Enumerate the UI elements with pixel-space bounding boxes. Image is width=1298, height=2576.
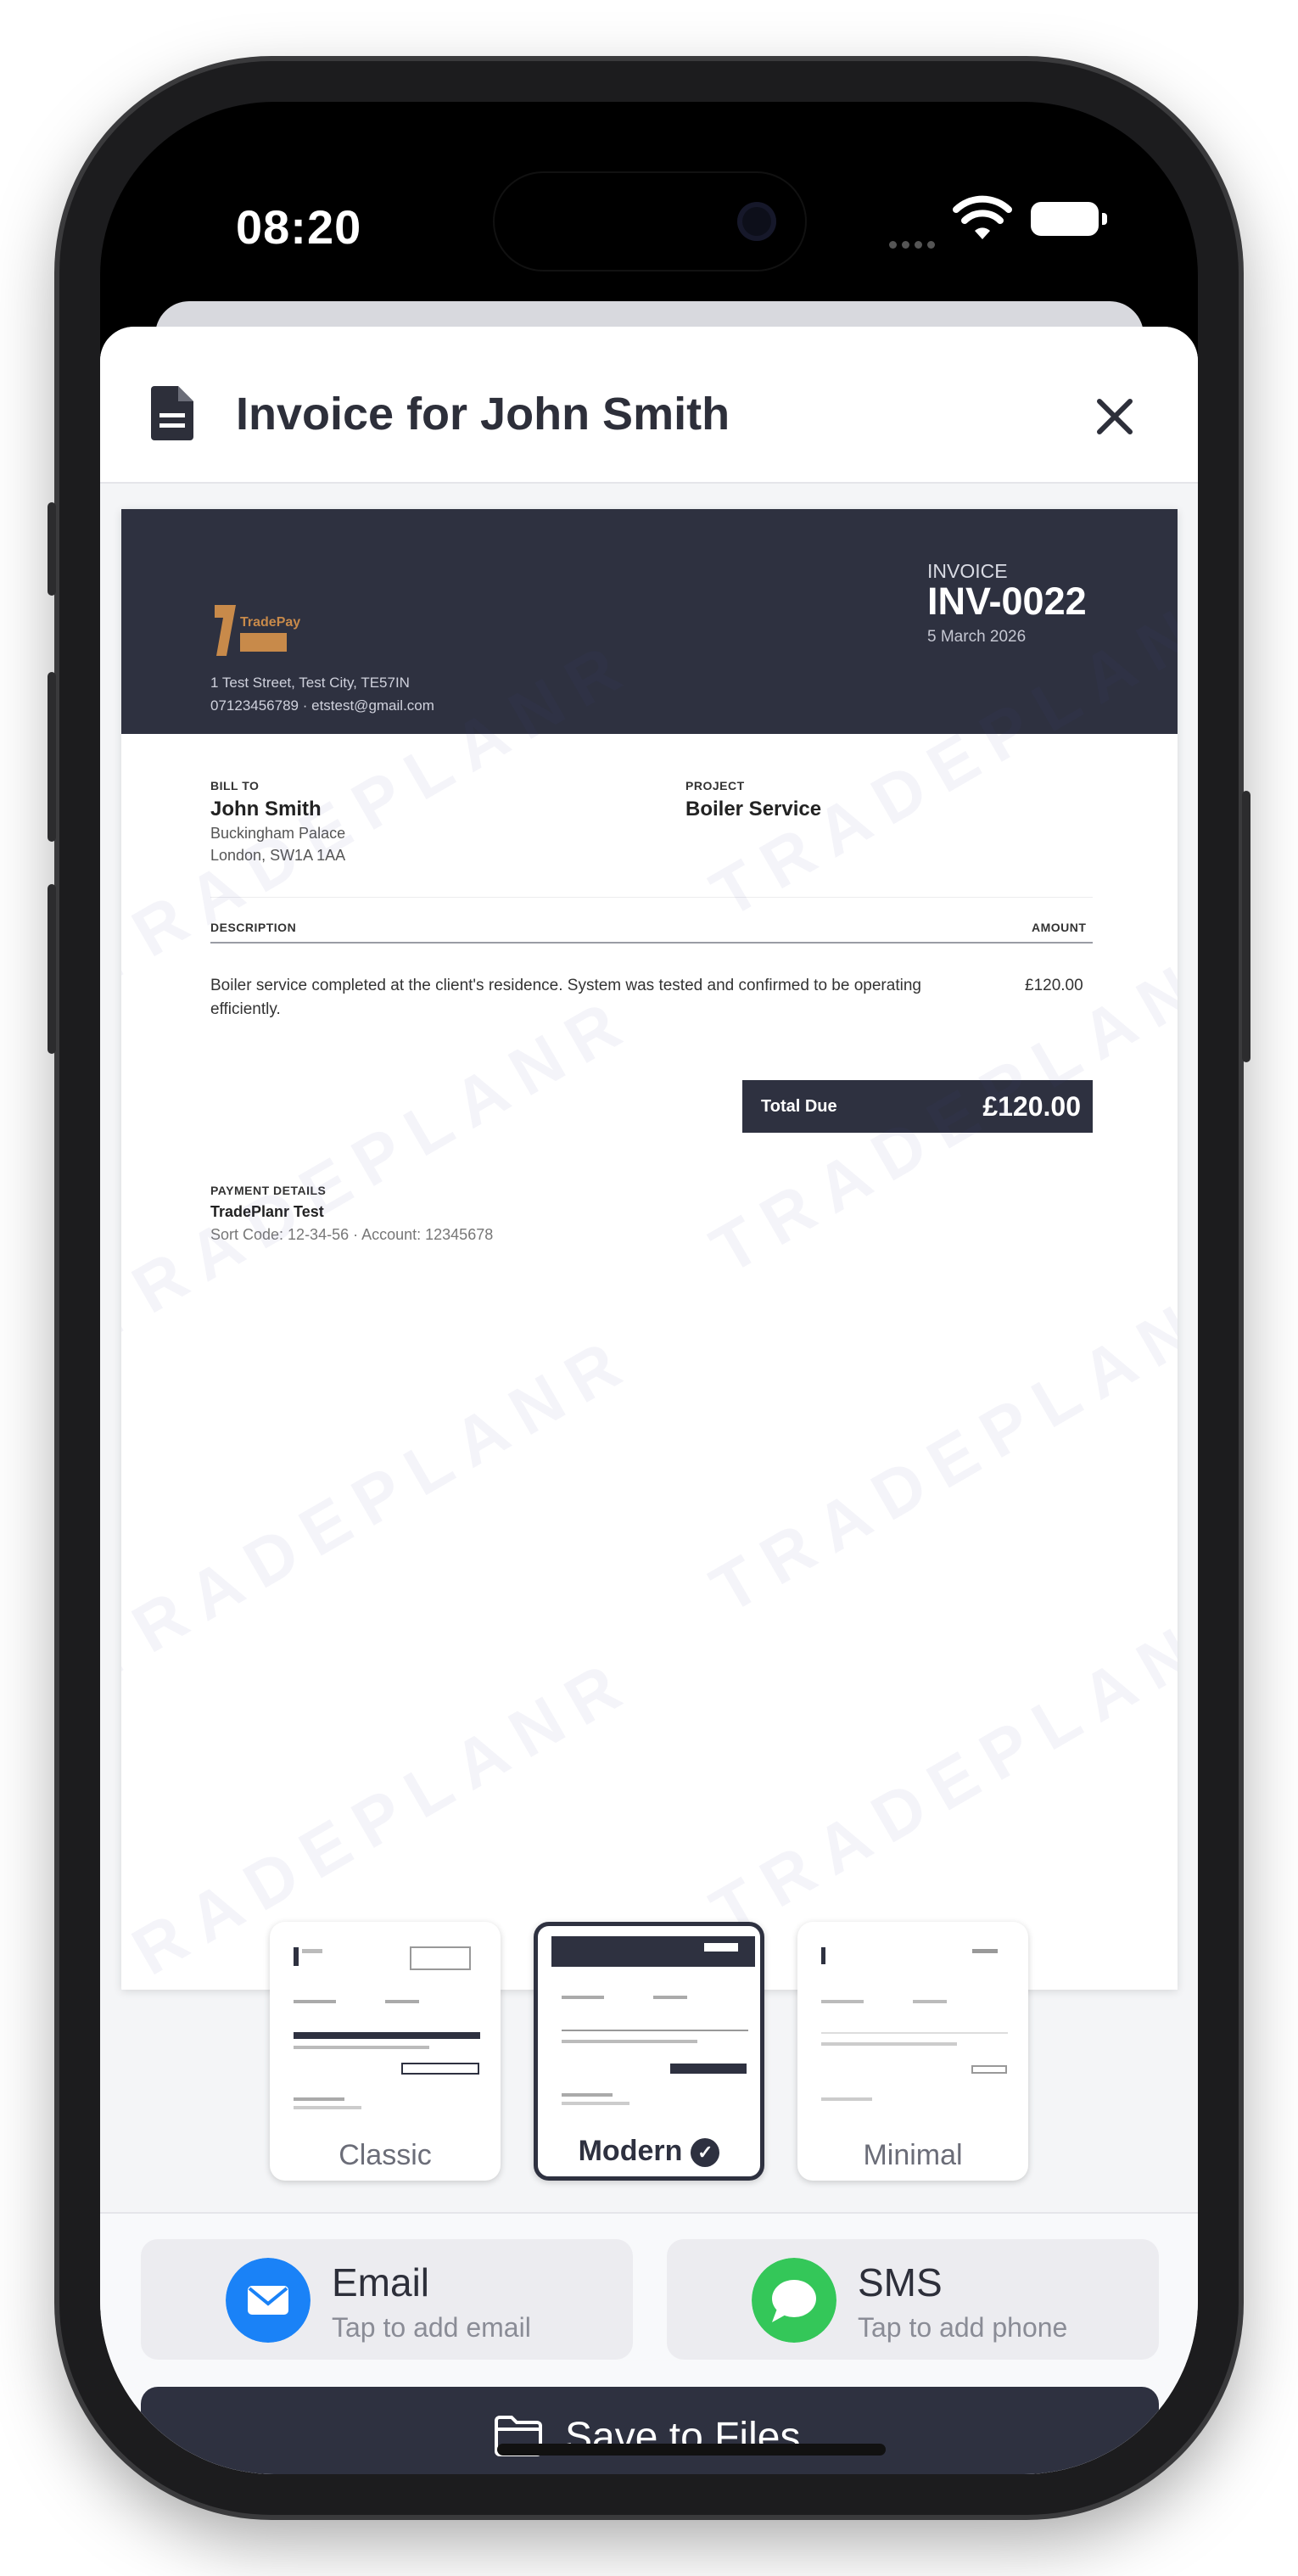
signal-icon — [889, 238, 940, 253]
phone-frame: 08:20 Invoice for John Smith TradePay 1 … — [48, 61, 1250, 2515]
template-label: Classic — [338, 2139, 432, 2171]
invoice-sheet: Invoice for John Smith TradePay 1 Test S… — [100, 327, 1198, 2474]
client-address-1: Buckingham Palace — [210, 825, 346, 842]
invoice-header: TradePay 1 Test Street, Test City, TE57I… — [121, 509, 1178, 734]
minimal-thumbnail — [811, 1932, 1015, 2136]
classic-thumbnail — [283, 1932, 487, 2136]
template-classic[interactable]: Classic — [270, 1922, 501, 2181]
template-modern[interactable]: Modern ✓ — [534, 1922, 764, 2181]
payment-label: PAYMENT DETAILS — [210, 1184, 327, 1197]
watermark: TRADEPLANR — [121, 980, 646, 1356]
email-title: Email — [332, 2260, 430, 2304]
watermark: TRADEPLANR — [698, 1252, 1178, 1627]
description-header: DESCRIPTION — [210, 921, 297, 934]
template-label-text: Modern — [578, 2135, 683, 2167]
line-item-description: Boiler service completed at the client's… — [210, 977, 921, 1018]
status-time: 08:20 — [236, 200, 362, 254]
message-icon — [752, 2258, 836, 2343]
email-subtitle: Tap to add email — [332, 2312, 531, 2343]
business-logo: TradePay — [215, 605, 300, 656]
total-label: Total Due — [761, 1097, 837, 1116]
line-item-amount: £120.00 — [1025, 977, 1083, 994]
save-to-files-button[interactable]: Save to Files — [141, 2387, 1159, 2474]
volume-up-button — [48, 672, 56, 842]
sms-subtitle: Tap to add phone — [858, 2312, 1068, 2343]
email-icon — [226, 2258, 311, 2343]
business-contact: 07123456789 · etstest@gmail.com — [210, 697, 434, 714]
total-due: Total Due £120.00 — [742, 1080, 1093, 1133]
home-indicator[interactable] — [497, 2444, 886, 2456]
sms-title: SMS — [858, 2260, 943, 2304]
invoice-number: INV-0022 — [927, 580, 1087, 623]
email-button[interactable]: Email Tap to add email — [141, 2239, 633, 2360]
document-icon — [151, 386, 193, 440]
bill-to-label: BILL TO — [210, 779, 260, 792]
camera-icon — [737, 202, 776, 241]
close-icon[interactable] — [1093, 395, 1137, 439]
template-minimal[interactable]: Minimal — [797, 1922, 1028, 2181]
volume-down-button — [48, 884, 56, 1054]
project-name: Boiler Service — [685, 798, 822, 820]
project-label: PROJECT — [685, 779, 745, 792]
wifi-icon — [953, 195, 1012, 239]
business-address: 1 Test Street, Test City, TE57IN — [210, 675, 410, 691]
dynamic-island — [493, 171, 807, 272]
payment-details: Sort Code: 12-34-56 · Account: 12345678 — [210, 1226, 494, 1243]
table-header-rule — [210, 942, 1093, 944]
invoice-date: 5 March 2026 — [927, 628, 1027, 646]
power-button — [1242, 791, 1250, 1062]
battery-icon — [1031, 202, 1107, 236]
template-label: Minimal — [863, 2139, 963, 2171]
screen: 08:20 Invoice for John Smith TradePay 1 … — [100, 102, 1198, 2474]
watermark: TRADEPLANR — [121, 1319, 646, 1695]
client-address-2: London, SW1A 1AA — [210, 847, 346, 864]
amount-header: AMOUNT — [1032, 921, 1087, 934]
invoice-preview[interactable]: TradePay 1 Test Street, Test City, TE57I… — [121, 509, 1178, 1990]
sheet-title: Invoice for John Smith — [236, 389, 730, 440]
payment-name: TradePlanr Test — [210, 1203, 324, 1220]
total-value: £120.00 — [982, 1091, 1081, 1122]
watermark: TRADEPLANR — [698, 1574, 1178, 1950]
template-picker: Classic Modern ✓ Minimal — [100, 1922, 1198, 2181]
divider — [210, 897, 1093, 898]
status-bar: 08:20 — [100, 102, 1198, 272]
template-label: Modern ✓ — [538, 2135, 760, 2168]
share-actions: Email Tap to add email SMS Tap to add ph… — [100, 2212, 1198, 2474]
logo-text: TradePay — [240, 615, 300, 630]
action-button — [48, 502, 56, 596]
client-name: John Smith — [210, 798, 322, 820]
checkmark-icon: ✓ — [691, 2138, 720, 2168]
sms-button[interactable]: SMS Tap to add phone — [667, 2239, 1159, 2360]
modern-thumbnail — [551, 1936, 755, 2140]
sheet-header: Invoice for John Smith — [100, 327, 1198, 484]
